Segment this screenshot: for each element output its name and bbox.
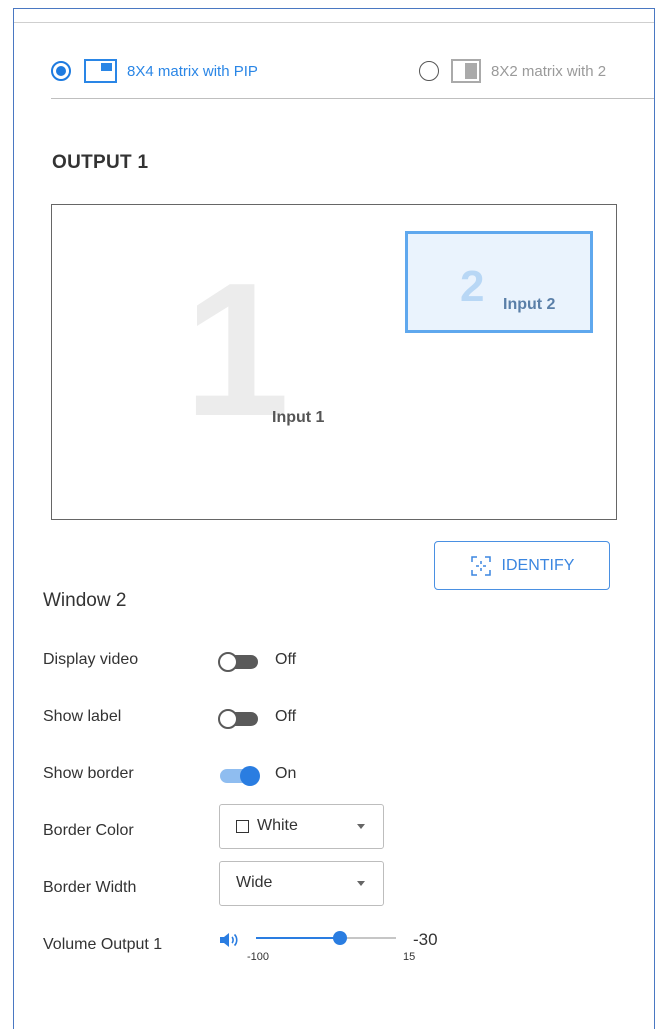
- split-layout-icon: [451, 59, 481, 83]
- show-border-label: Show border: [43, 765, 134, 782]
- mode-option-dual[interactable]: 8X2 matrix with 2: [419, 59, 606, 83]
- pip-layout-icon: [84, 59, 117, 83]
- display-video-state: Off: [275, 651, 297, 668]
- identify-label: IDENTIFY: [501, 556, 575, 574]
- mode-label-pip: 8X4 matrix with PIP: [127, 62, 258, 80]
- speaker-icon[interactable]: [218, 929, 240, 951]
- volume-value: -30: [413, 930, 438, 949]
- color-swatch-icon: [236, 819, 249, 833]
- show-label-toggle[interactable]: [218, 709, 262, 729]
- slider-thumb[interactable]: [333, 931, 347, 945]
- main-window-label: Input 1: [272, 409, 325, 426]
- radio-unselected-icon[interactable]: [419, 61, 439, 81]
- layout-mode-selector: 8X4 matrix with PIP 8X2 matrix with 2: [14, 59, 654, 99]
- identify-button[interactable]: IDENTIFY: [434, 541, 610, 590]
- identify-icon: [470, 555, 491, 576]
- mode-divider: [51, 98, 654, 99]
- mode-option-pip[interactable]: 8X4 matrix with PIP: [51, 59, 258, 83]
- slider-fill: [256, 937, 340, 939]
- border-color-label: Border Color: [43, 822, 134, 839]
- border-width-value: Wide: [236, 874, 273, 891]
- top-divider: [14, 22, 654, 23]
- mode-label-dual: 8X2 matrix with 2: [491, 62, 607, 80]
- volume-label: Volume Output 1: [43, 936, 163, 953]
- border-color-select[interactable]: White: [219, 804, 384, 849]
- volume-slider[interactable]: [256, 928, 396, 948]
- pip-window-number: 2: [460, 262, 485, 311]
- border-width-select[interactable]: Wide: [219, 861, 384, 906]
- chevron-down-icon: [357, 824, 365, 829]
- display-video-toggle[interactable]: [218, 652, 262, 672]
- output-preview-canvas[interactable]: 1 Input 1 2 Input 2: [51, 204, 617, 520]
- volume-min-label: -100: [247, 951, 270, 963]
- volume-max-label: 15: [403, 951, 416, 963]
- show-border-toggle[interactable]: [218, 766, 262, 786]
- radio-selected-icon[interactable]: [51, 61, 71, 81]
- show-border-state: On: [275, 765, 297, 782]
- display-video-label: Display video: [43, 651, 139, 668]
- pip-window-label: Input 2: [503, 296, 556, 313]
- border-width-label: Border Width: [43, 879, 137, 896]
- output-title: OUTPUT 1: [52, 152, 149, 173]
- show-label-label: Show label: [43, 708, 122, 725]
- pip-window[interactable]: 2 Input 2: [405, 231, 593, 333]
- show-label-state: Off: [275, 708, 297, 725]
- border-color-value: White: [257, 817, 298, 834]
- chevron-down-icon: [357, 881, 365, 886]
- window-settings-title: Window 2: [43, 590, 127, 611]
